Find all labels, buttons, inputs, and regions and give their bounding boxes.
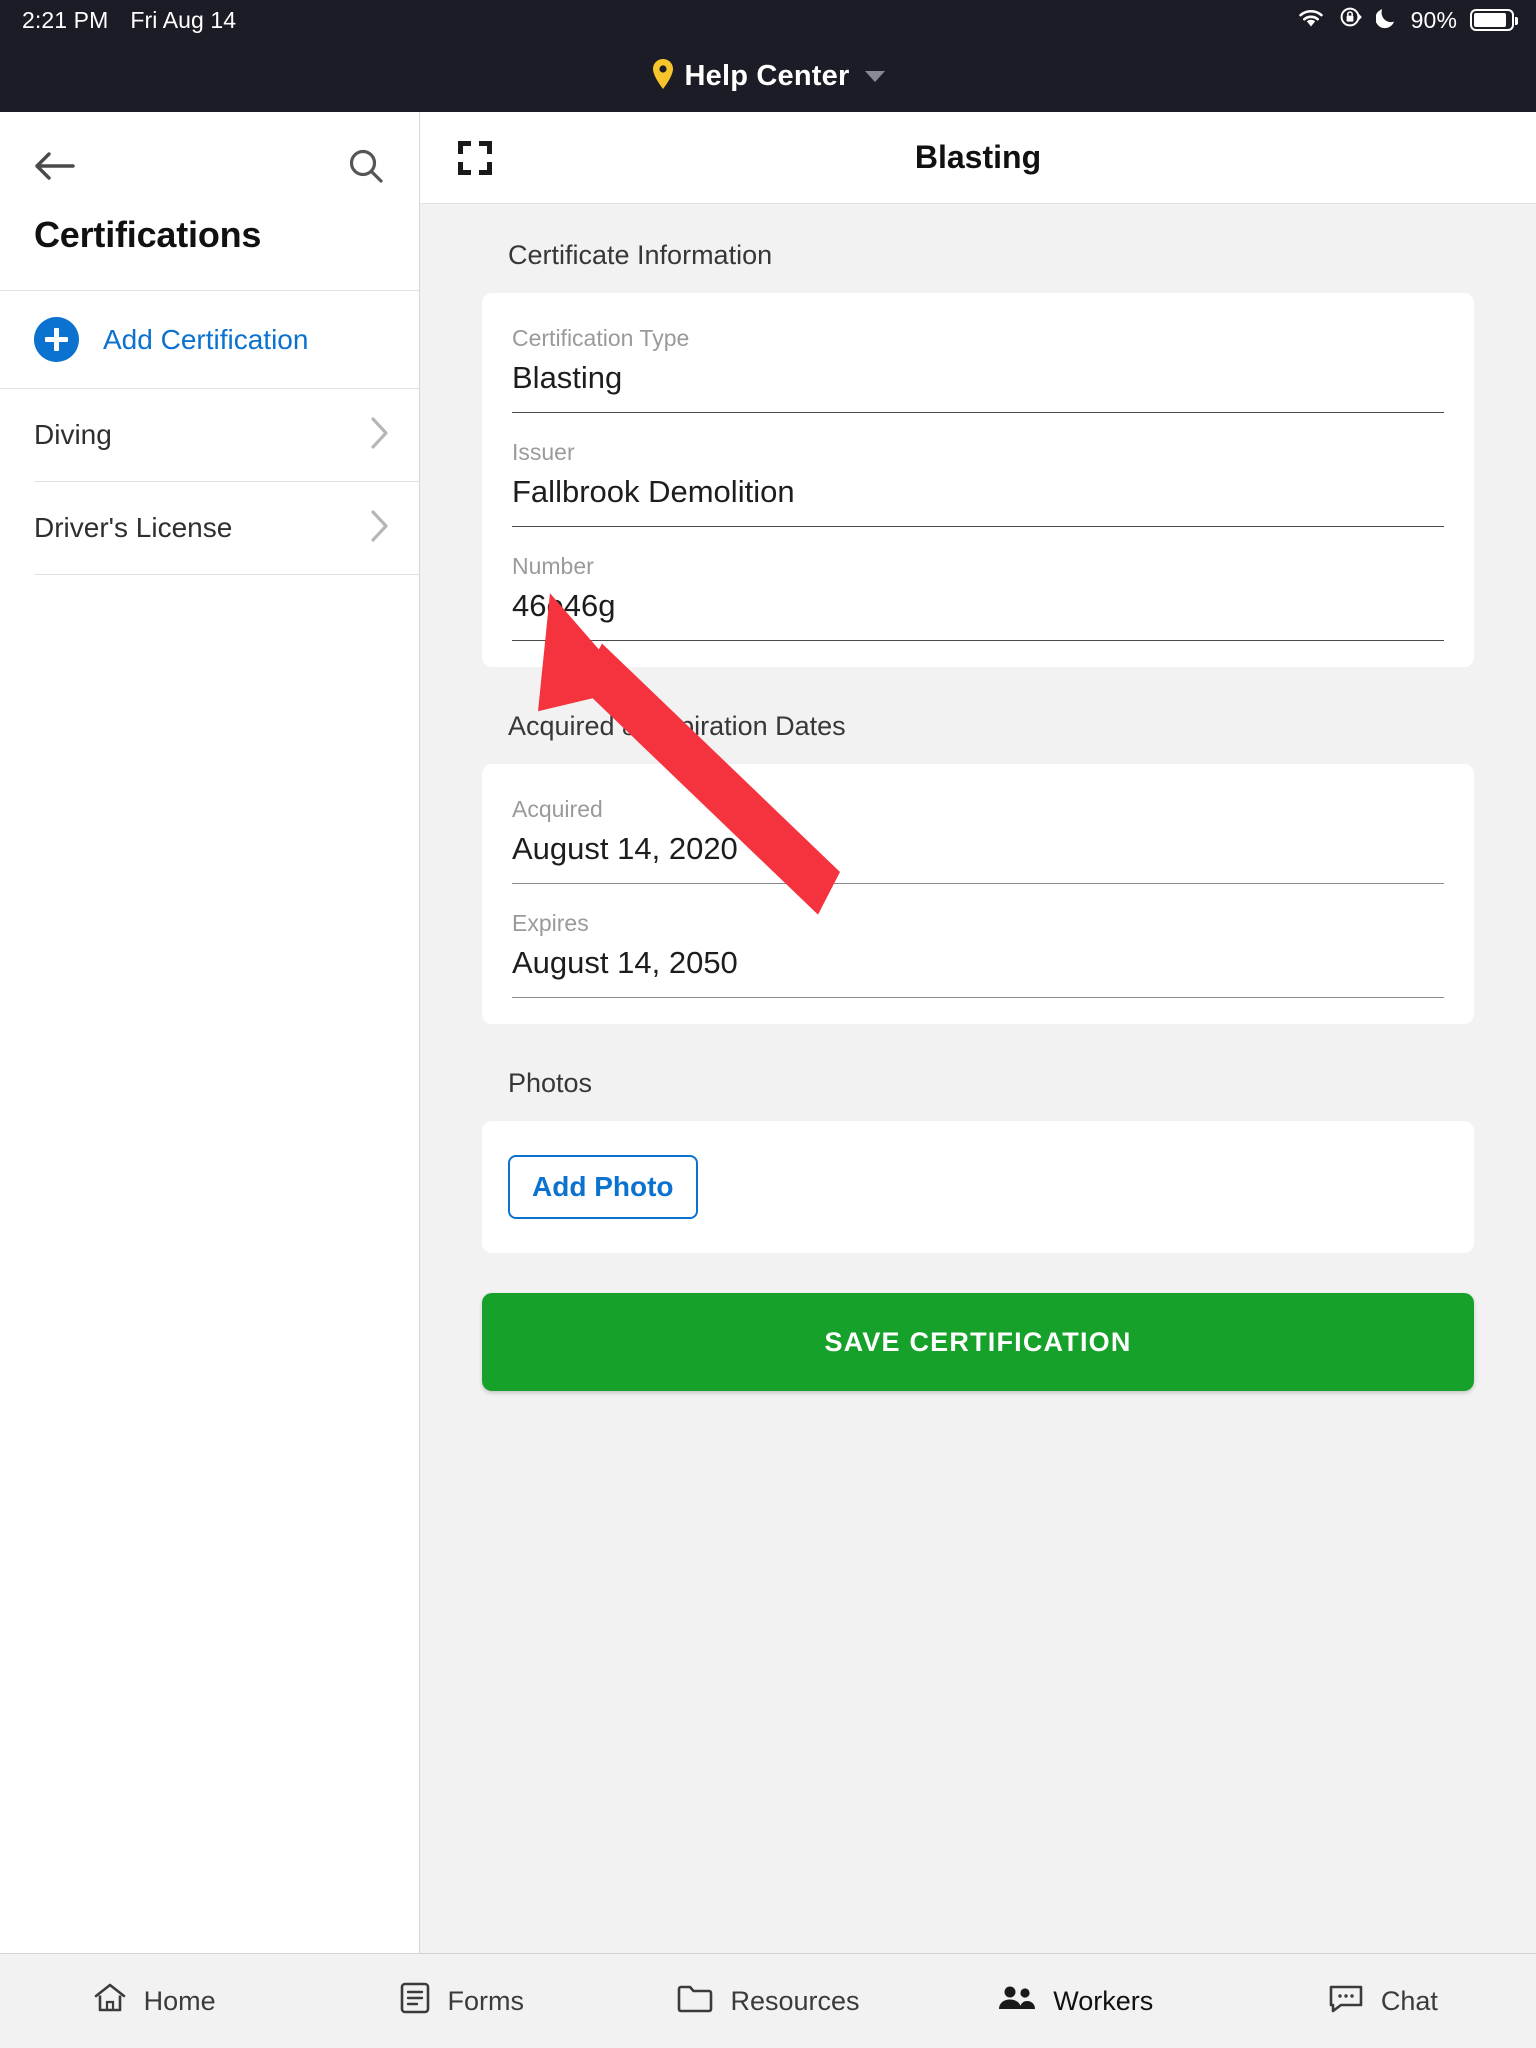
list-item-label: Diving <box>34 419 112 450</box>
app-title: Help Center <box>684 59 850 92</box>
detail-title: Blasting <box>914 139 1042 175</box>
back-arrow-icon[interactable] <box>34 149 78 183</box>
section-title-acquired-expiration-dates: Acquired & Expiration Dates <box>508 711 846 741</box>
sidebar-header: Certifications <box>0 112 419 290</box>
field-label: Certification Type <box>512 325 690 351</box>
add-certification-label: Add Certification <box>103 323 309 355</box>
field-value: 46e46g <box>512 588 1444 641</box>
field-acquired[interactable]: Acquired August 14, 2020 <box>512 770 1444 884</box>
section-title-photos: Photos <box>508 1068 593 1098</box>
tab-resources[interactable]: Resources <box>614 1982 921 2021</box>
battery-percent: 90% <box>1410 6 1457 33</box>
dates-card: Acquired August 14, 2020 Expires August … <box>482 764 1474 1024</box>
plus-circle-icon <box>34 317 79 362</box>
chevron-down-icon[interactable] <box>865 70 886 82</box>
status-time: 2:21 PM <box>22 6 109 33</box>
field-certification-type[interactable]: Certification Type Blasting <box>512 299 1444 413</box>
tab-label: Resources <box>730 1985 860 2016</box>
field-label: Acquired <box>512 796 603 822</box>
chevron-right-icon <box>369 509 389 548</box>
page-title: Certifications <box>34 214 262 255</box>
sidebar-item-diving[interactable]: Diving <box>0 389 419 481</box>
location-pin-icon <box>651 58 675 95</box>
rotation-lock-icon <box>1339 5 1363 35</box>
field-value: Blasting <box>512 360 1444 413</box>
field-label: Expires <box>512 910 589 936</box>
tab-forms[interactable]: Forms <box>307 1981 614 2022</box>
moon-icon <box>1374 5 1398 35</box>
field-value: August 14, 2050 <box>512 945 1444 998</box>
tab-label: Chat <box>1380 1985 1438 2016</box>
battery-icon <box>1470 9 1518 31</box>
field-value: August 14, 2020 <box>512 831 1444 884</box>
certificate-information-card: Certification Type Blasting Issuer Fallb… <box>482 293 1474 667</box>
tab-chat[interactable]: Chat <box>1229 1982 1536 2021</box>
sidebar: Certifications Add Certification Diving … <box>0 112 420 1953</box>
section-title-certificate-information: Certificate Information <box>508 240 773 270</box>
wifi-icon <box>1296 6 1326 34</box>
ios-status-bar: 2:21 PM Fri Aug 14 90% <box>0 0 1536 40</box>
detail-header: Blasting <box>420 112 1536 204</box>
app-header: Help Center <box>0 40 1536 112</box>
tab-home[interactable]: Home <box>0 1980 307 2023</box>
photos-card: Add Photo <box>482 1121 1474 1253</box>
search-icon[interactable] <box>347 147 385 185</box>
field-expires[interactable]: Expires August 14, 2050 <box>512 884 1444 998</box>
tab-workers[interactable]: Workers <box>922 1982 1229 2021</box>
tab-label: Home <box>143 1985 216 2016</box>
add-photo-button[interactable]: Add Photo <box>508 1155 698 1219</box>
detail-pane: Blasting Certificate Information Certifi… <box>420 112 1536 1953</box>
folder-icon <box>676 1982 714 2021</box>
chevron-right-icon <box>369 416 389 455</box>
main-split: Certifications Add Certification Diving … <box>0 112 1536 1953</box>
add-certification-button[interactable]: Add Certification <box>0 291 419 388</box>
sidebar-item-drivers-license[interactable]: Driver's License <box>0 482 419 574</box>
field-label: Issuer <box>512 439 575 465</box>
chat-icon <box>1327 1982 1365 2021</box>
tab-label: Forms <box>447 1985 525 2016</box>
sidebar-row-divider <box>34 574 419 575</box>
bottom-tab-bar: Home Forms Resources Workers Chat <box>0 1953 1536 2048</box>
tab-label: Workers <box>1053 1985 1154 2016</box>
list-item-label: Driver's License <box>34 512 233 543</box>
field-issuer[interactable]: Issuer Fallbrook Demolition <box>512 413 1444 527</box>
save-certification-button[interactable]: SAVE CERTIFICATION <box>482 1293 1474 1391</box>
status-date: Fri Aug 14 <box>130 6 237 33</box>
forms-icon <box>398 1981 432 2022</box>
fullscreen-expand-icon[interactable] <box>458 140 492 175</box>
home-icon <box>92 1980 128 2023</box>
field-label: Number <box>512 553 594 579</box>
field-number[interactable]: Number 46e46g <box>512 527 1444 641</box>
detail-body: Certificate Information Certification Ty… <box>420 204 1536 1953</box>
field-value: Fallbrook Demolition <box>512 474 1444 527</box>
workers-icon <box>997 1982 1037 2021</box>
